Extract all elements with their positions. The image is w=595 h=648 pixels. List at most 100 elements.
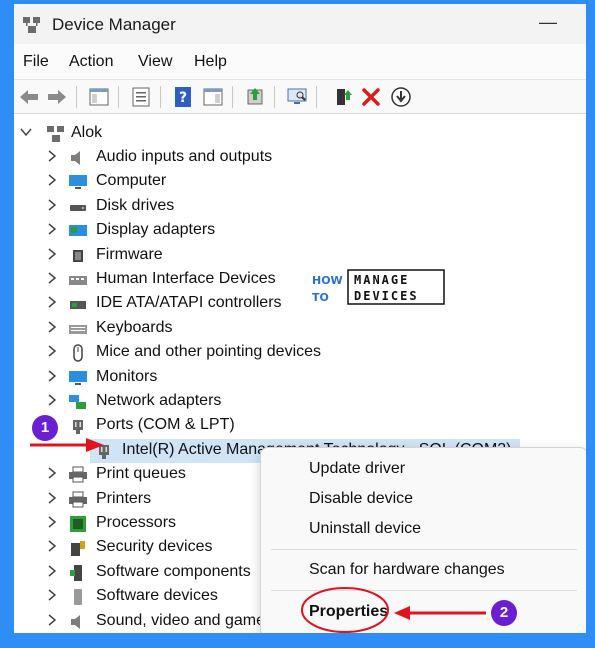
menu-uninstall-device[interactable]: Uninstall device [309,520,421,538]
tree-category[interactable]: Ports (COM & LPT) [14,414,586,438]
uninstall-device-icon[interactable] [360,86,382,108]
menu-help[interactable]: Help [194,53,227,71]
annotation-arrow-2 [394,606,486,620]
speaker-icon [68,149,88,167]
toolbar: ? [14,80,586,114]
window-title: Device Manager [52,15,176,34]
tree-item-label: IDE ATA/ATAPI controllers [96,294,282,312]
tree-item-label: Software devices [96,587,218,605]
toolbar-divider [160,86,161,108]
chevron-right-icon[interactable] [46,345,58,360]
svg-text:MANAGE: MANAGE [354,273,409,287]
chevron-right-icon[interactable] [46,614,58,629]
minimize-button[interactable]: — [536,10,560,34]
how-to-manage-devices-logo: HOW TO MANAGE DEVICES [310,268,450,308]
tree-category[interactable]: Audio inputs and outputs [14,146,586,170]
device-manager-icon [22,16,42,39]
chevron-right-icon[interactable] [46,516,58,531]
tree-category[interactable]: Keyboards [14,317,586,341]
disk-icon [68,198,88,216]
chevron-right-icon[interactable] [46,296,58,311]
add-driver-icon[interactable] [332,86,354,108]
tree-category[interactable]: Firmware [14,244,586,268]
properties-icon[interactable] [130,86,152,108]
svg-text:?: ? [179,90,187,106]
tree-item-label: Audio inputs and outputs [96,148,273,165]
tree-item-label: Firmware [96,245,163,263]
device-manager-window: Device Manager — File Action View Help ? [14,4,586,633]
chevron-right-icon[interactable] [46,565,58,580]
chevron-right-icon[interactable] [46,394,58,409]
chevron-right-icon[interactable] [46,150,58,165]
tree-item-label: Printers [96,489,152,507]
annotation-circle [301,587,389,633]
svg-text:HOW: HOW [312,274,343,287]
toolbar-divider [232,86,233,108]
tree-category[interactable]: Computer [14,170,586,194]
tree-item-label: Software components [96,562,251,580]
title-bar: Device Manager — [14,4,586,44]
tree-item-label: Computer [96,172,167,190]
tree-category[interactable]: Mice and other pointing devices [14,341,586,365]
tree-category[interactable]: Human Interface Devices [14,268,586,292]
disable-device-icon[interactable] [390,86,412,108]
tree-root[interactable]: Alok [14,122,586,146]
security-icon [68,539,88,557]
chevron-right-icon[interactable] [46,321,58,336]
monitor-icon [68,369,88,387]
help-icon[interactable]: ? [172,86,194,108]
show-hide-console-tree-icon[interactable] [88,86,110,108]
menu-scan-hardware[interactable]: Scan for hardware changes [309,561,505,579]
software-device-icon [68,588,88,606]
chevron-right-icon[interactable] [46,492,58,507]
menu-file[interactable]: File [23,53,49,71]
tree-item-label: Print queues [96,465,186,483]
chevron-right-icon[interactable] [46,467,58,482]
mouse-icon [68,344,88,362]
display-adapter-icon [68,222,88,240]
chevron-right-icon[interactable] [46,272,58,287]
tree-category[interactable]: IDE ATA/ATAPI controllers [14,292,586,316]
chevron-right-icon[interactable] [46,589,58,604]
chevron-right-icon[interactable] [46,174,58,189]
tree-item-label: Network adapters [96,392,222,409]
tree-item-label: Security devices [96,538,213,556]
tree-category[interactable]: Disk drives [14,195,586,219]
update-driver-icon[interactable] [244,86,266,108]
menu-action[interactable]: Action [69,53,113,71]
svg-text:DEVICES: DEVICES [354,289,419,303]
port-icon [68,417,88,435]
chevron-right-icon[interactable] [46,199,58,214]
back-icon[interactable] [18,86,40,108]
network-icon [68,393,88,411]
computer-host-icon [46,125,66,143]
tree-category[interactable]: Monitors [14,366,586,390]
toolbar-divider [274,86,275,108]
forward-icon[interactable] [46,86,68,108]
action-pane-icon[interactable] [202,86,224,108]
chevron-right-icon[interactable] [46,223,58,238]
printer-icon [68,466,88,484]
chip-icon [68,247,88,265]
menu-update-driver[interactable]: Update driver [309,460,405,478]
menu-disable-device[interactable]: Disable device [309,490,413,508]
tree-category[interactable]: Network adapters [14,390,586,414]
context-menu: Update driver Disable device Uninstall d… [260,447,586,633]
speaker-icon [68,613,88,631]
tree-category[interactable]: Display adapters [14,219,586,243]
chevron-right-icon[interactable] [46,248,58,263]
menu-view[interactable]: View [138,53,172,71]
menu-bar: File Action View Help [14,44,586,80]
toolbar-divider [76,86,77,108]
tree-item-label: Disk drives [96,196,175,214]
chevron-right-icon[interactable] [46,370,58,385]
svg-text:TO: TO [312,291,329,304]
controller-icon [68,295,88,313]
chevron-right-icon[interactable] [46,540,58,555]
processor-icon [68,515,88,533]
tree-item-label: Human Interface Devices [96,270,276,287]
tree-item-label: Ports (COM & LPT) [96,416,235,434]
tree-item-label: Monitors [96,367,158,385]
scan-hardware-icon[interactable] [286,86,308,108]
chevron-down-icon[interactable] [20,126,32,141]
